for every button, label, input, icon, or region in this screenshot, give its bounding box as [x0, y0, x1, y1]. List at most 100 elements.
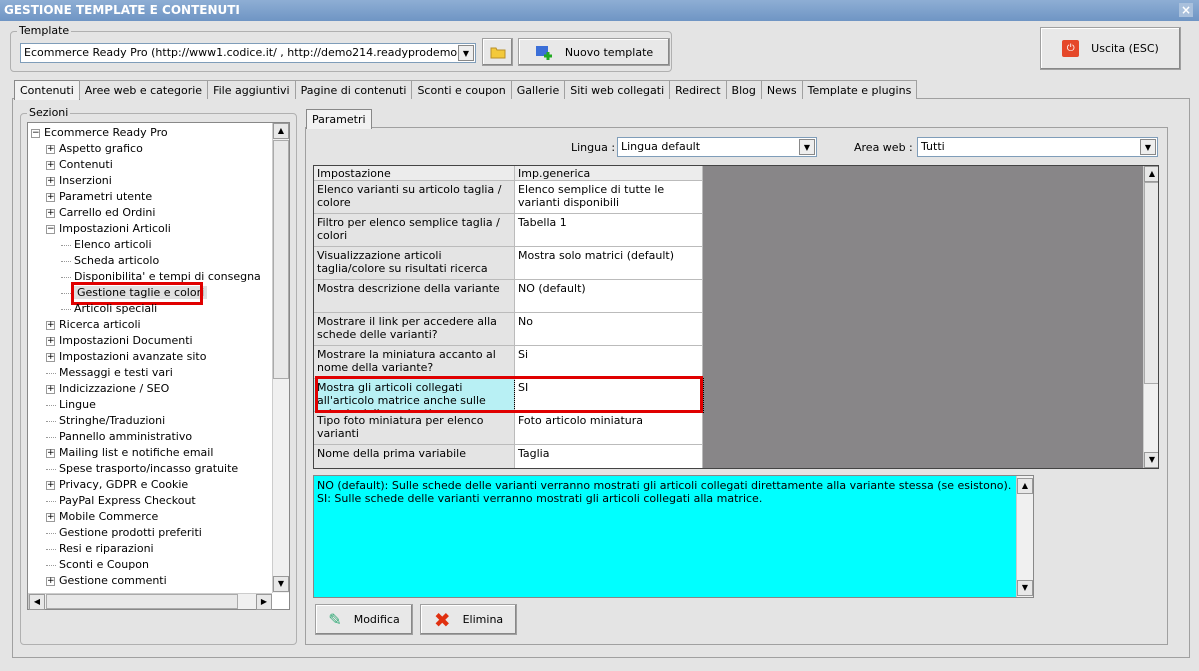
tab-file-aggiuntivi[interactable]: File aggiuntivi	[207, 80, 296, 99]
tab-aree-web-e-categorie[interactable]: Aree web e categorie	[78, 80, 209, 99]
sections-tree[interactable]: − Ecommerce Ready Pro + Aspetto grafico + Con…	[27, 122, 290, 610]
tab-blog[interactable]: Blog	[725, 80, 762, 99]
tab-redirect[interactable]: Redirect	[669, 80, 727, 99]
tree-item[interactable]: + Parametri utente	[46, 189, 152, 205]
scroll-down-icon[interactable]: ▼	[1144, 452, 1158, 468]
setting-value-cell[interactable]: Foto articolo miniatura	[515, 412, 703, 445]
setting-name-cell[interactable]: Mostrare la miniatura accanto al nome de…	[314, 346, 515, 379]
tree-item[interactable]: Scheda articolo	[61, 253, 159, 269]
template-select[interactable]: Ecommerce Ready Pro (http://www1.codice.…	[20, 43, 476, 63]
tree-item[interactable]: + Contenuti	[46, 157, 113, 173]
scroll-down-icon[interactable]: ▼	[273, 576, 289, 592]
lingua-select[interactable]: Lingua default ▼	[617, 137, 817, 157]
tree-item[interactable]: Elenco articoli	[61, 237, 152, 253]
delete-button[interactable]: ✖ Elimina	[420, 604, 517, 635]
tree-item[interactable]: − Ecommerce Ready Pro	[31, 125, 168, 141]
setting-value-cell[interactable]: Tabella 1	[515, 214, 703, 247]
close-icon[interactable]: ×	[1179, 3, 1193, 17]
column-header-value[interactable]: Imp.generica	[515, 166, 703, 181]
tree-item[interactable]: + Impostazioni Documenti	[46, 333, 193, 349]
column-header-setting[interactable]: Impostazione	[314, 166, 515, 181]
tree-item[interactable]: Messaggi e testi vari	[46, 365, 173, 381]
scroll-left-icon[interactable]: ◀	[29, 594, 45, 610]
setting-name-cell[interactable]: Mostrare il link per accedere alla sched…	[314, 313, 515, 346]
tree-item[interactable]: + Gestione commenti	[46, 573, 167, 589]
tree-item[interactable]: Articoli speciali	[61, 301, 157, 317]
expand-icon[interactable]: +	[46, 512, 55, 522]
setting-value-cell[interactable]: Elenco semplice di tutte le varianti dis…	[515, 181, 703, 214]
tree-item[interactable]: Resi e riparazioni	[46, 541, 154, 557]
setting-name-cell[interactable]: Tipo foto miniatura per elenco varianti	[314, 412, 515, 445]
setting-value-cell[interactable]: Mostra solo matrici (default)	[515, 247, 703, 280]
setting-value-cell[interactable]: Si	[515, 346, 703, 379]
tree-item[interactable]: PayPal Express Checkout	[46, 493, 196, 509]
modify-button[interactable]: ✎ Modifica	[315, 604, 413, 635]
setting-name-cell[interactable]: Filtro per elenco semplice taglia / colo…	[314, 214, 515, 247]
expand-icon[interactable]: +	[46, 320, 55, 330]
tree-item[interactable]: + Privacy, GDPR e Cookie	[46, 477, 188, 493]
expand-icon[interactable]: +	[46, 576, 55, 586]
description-scrollbar[interactable]: ▲ ▼	[1016, 476, 1033, 597]
scroll-down-icon[interactable]: ▼	[1017, 580, 1033, 596]
collapse-icon[interactable]: −	[46, 224, 55, 234]
new-template-button[interactable]: Nuovo template	[518, 38, 670, 66]
open-folder-button[interactable]	[482, 38, 513, 66]
tree-item[interactable]: + Mailing list e notifiche email	[46, 445, 213, 461]
tree-item[interactable]: + Inserzioni	[46, 173, 112, 189]
exit-button[interactable]: ⏻ Uscita (ESC)	[1040, 27, 1181, 70]
tree-item[interactable]: Lingue	[46, 397, 96, 413]
setting-value-cell[interactable]: Taglia	[515, 445, 703, 468]
tree-item[interactable]: + Indicizzazione / SEO	[46, 381, 169, 397]
chevron-down-icon[interactable]: ▼	[799, 139, 815, 155]
expand-icon[interactable]: +	[46, 352, 55, 362]
expand-icon[interactable]: +	[46, 480, 55, 490]
tree-item[interactable]: Stringhe/Traduzioni	[46, 413, 165, 429]
tab-contenuti[interactable]: Contenuti	[14, 80, 80, 100]
scroll-up-icon[interactable]: ▲	[1144, 166, 1158, 182]
tree-vertical-scrollbar[interactable]: ▲ ▼	[272, 123, 289, 593]
tree-item[interactable]: Sconti e Coupon	[46, 557, 149, 573]
scroll-right-icon[interactable]: ▶	[256, 594, 272, 610]
tab-siti-web-collegati[interactable]: Siti web collegati	[564, 80, 671, 99]
tree-scroll-thumb[interactable]	[273, 140, 289, 379]
tree-item[interactable]: Gestione prodotti preferiti	[46, 525, 202, 541]
tree-item[interactable]: Gestione taglie e colori	[61, 282, 208, 305]
tab-parametri[interactable]: Parametri	[306, 109, 372, 129]
expand-icon[interactable]: +	[46, 160, 55, 170]
settings-grid[interactable]: Impostazione Imp.generica ▲ ▼ Elenco var…	[313, 165, 1159, 469]
chevron-down-icon[interactable]: ▼	[1140, 139, 1156, 155]
setting-name-cell[interactable]: Visualizzazione articoli taglia/colore s…	[314, 247, 515, 280]
expand-icon[interactable]: +	[46, 336, 55, 346]
tree-item[interactable]: Pannello amministrativo	[46, 429, 192, 445]
tree-item[interactable]: + Carrello ed Ordini	[46, 205, 155, 221]
tree-item[interactable]: + Ricerca articoli	[46, 317, 141, 333]
tree-item[interactable]: − Impostazioni Articoli	[46, 221, 171, 237]
tree-item[interactable]: + Mobile Commerce	[46, 509, 158, 525]
setting-value-cell[interactable]: NO (default)	[515, 280, 703, 313]
collapse-icon[interactable]: −	[31, 128, 40, 138]
tab-pagine-di-contenuti[interactable]: Pagine di contenuti	[294, 80, 413, 99]
setting-value-cell[interactable]: No	[515, 313, 703, 346]
expand-icon[interactable]: +	[46, 448, 55, 458]
tree-item[interactable]: + Aspetto grafico	[46, 141, 143, 157]
expand-icon[interactable]: +	[46, 384, 55, 394]
expand-icon[interactable]: +	[46, 208, 55, 218]
tab-sconti-e-coupon[interactable]: Sconti e coupon	[411, 80, 512, 99]
setting-name-cell[interactable]: Nome della prima variabile	[314, 445, 515, 468]
grid-scrollbar[interactable]: ▲ ▼	[1143, 166, 1158, 468]
scroll-up-icon[interactable]: ▲	[1017, 478, 1033, 494]
tab-template-e-plugins[interactable]: Template e plugins	[801, 80, 918, 99]
area-web-select[interactable]: Tutti ▼	[917, 137, 1158, 157]
expand-icon[interactable]: +	[46, 176, 55, 186]
tab-news[interactable]: News	[760, 80, 803, 99]
tree-hscroll-thumb[interactable]	[46, 594, 238, 609]
tab-gallerie[interactable]: Gallerie	[510, 80, 566, 99]
expand-icon[interactable]: +	[46, 192, 55, 202]
setting-name-cell[interactable]: Elenco varianti su articolo taglia / col…	[314, 181, 515, 214]
expand-icon[interactable]: +	[46, 144, 55, 154]
setting-name-cell[interactable]: Mostra descrizione della variante	[314, 280, 515, 313]
scroll-up-icon[interactable]: ▲	[273, 123, 289, 139]
chevron-down-icon[interactable]: ▼	[458, 45, 474, 61]
tree-item[interactable]: + Impostazioni avanzate sito	[46, 349, 206, 365]
grid-scroll-thumb[interactable]	[1144, 182, 1158, 384]
